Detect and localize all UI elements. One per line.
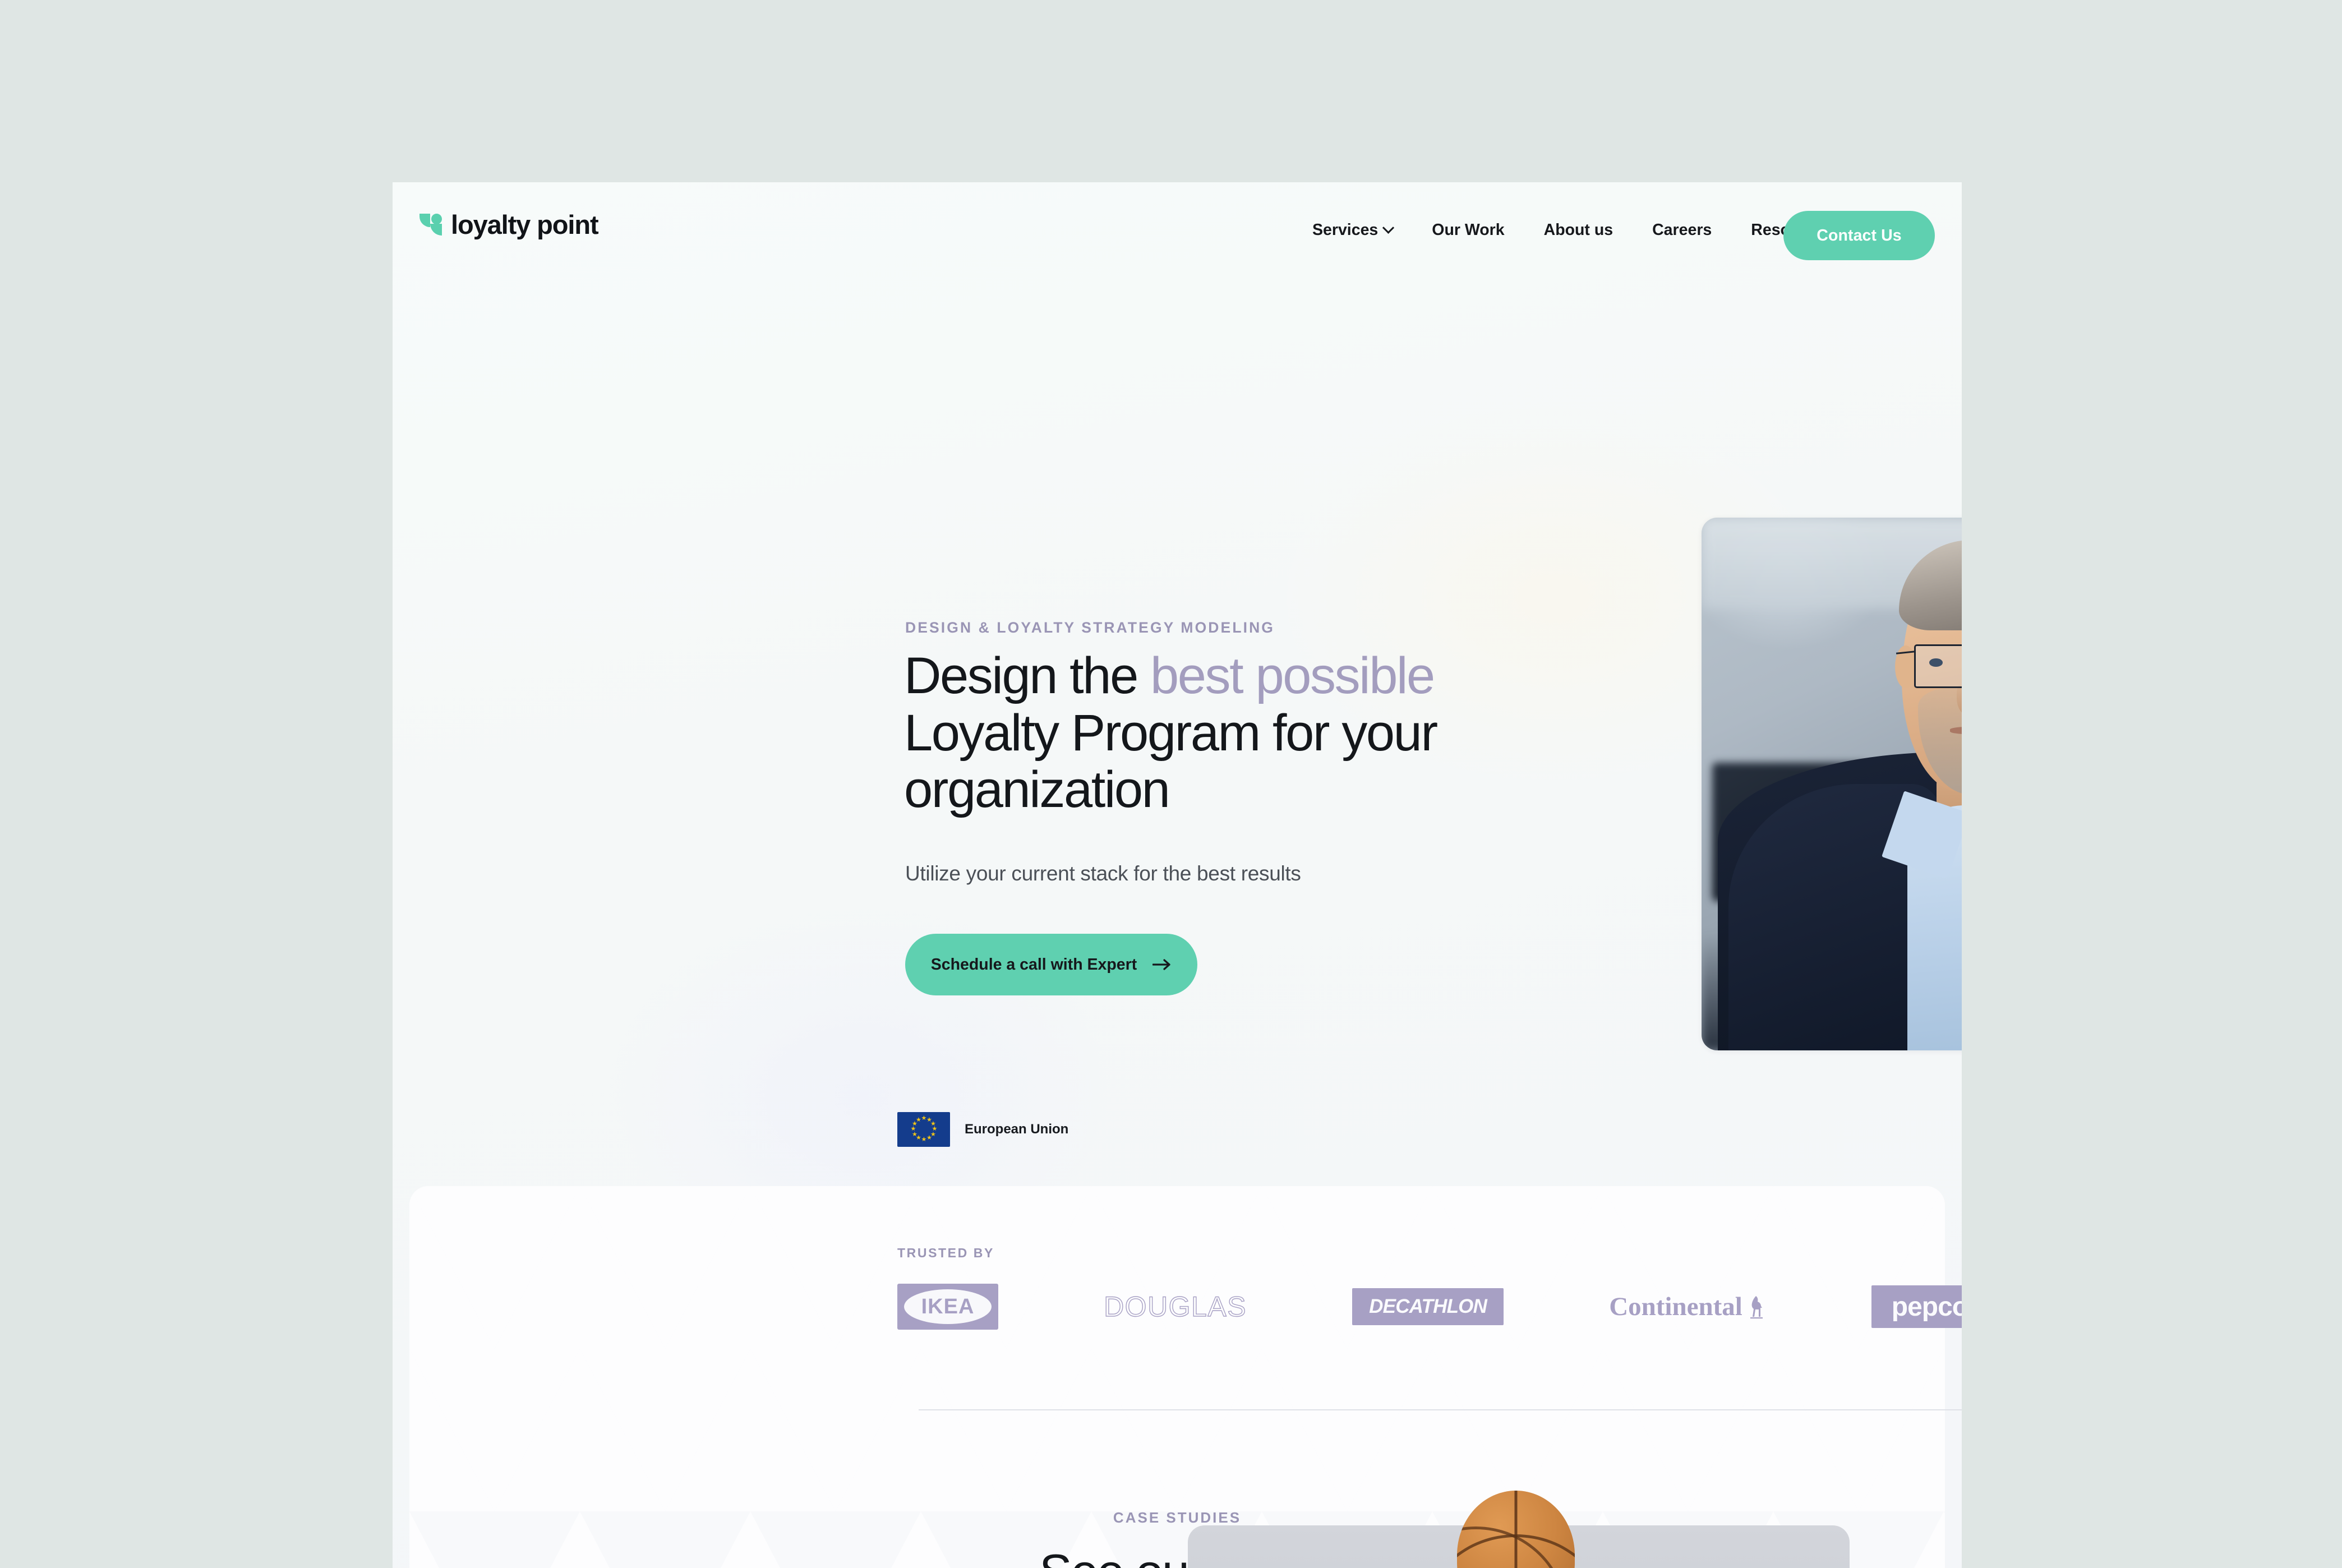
eu-star-icon: ★ — [912, 1131, 918, 1138]
hero-subtitle: Utilize your current stack for the best … — [905, 862, 1301, 885]
nav-item-about-us[interactable]: About us — [1544, 221, 1613, 239]
continental-logo-icon: Continental — [1609, 1292, 1766, 1322]
site-header: loyalty point Services Our Work About us… — [393, 182, 1962, 278]
ikea-logo-icon: IKEA — [897, 1284, 998, 1330]
hero-title: Design the best possible Loyalty Program… — [904, 647, 1583, 819]
pepco-logo-icon: pepco♡ — [1871, 1285, 1962, 1328]
schedule-call-label: Schedule a call with Expert — [930, 955, 1137, 974]
eu-star-icon: ★ — [921, 1136, 927, 1143]
eu-star-icon: ★ — [921, 1115, 927, 1122]
nav-label: Services — [1312, 220, 1379, 239]
watermark-triangle — [1859, 1349, 1945, 1511]
page-container: loyalty point Services Our Work About us… — [393, 182, 1962, 1568]
chevron-down-icon — [1382, 222, 1395, 234]
main-navigation: Services Our Work About us Careers Resou… — [1312, 182, 1833, 278]
brand-logo[interactable]: loyalty point — [419, 210, 599, 239]
decathlon-logo-icon: DECATHLON — [1352, 1288, 1504, 1325]
douglas-logo-icon: DOUGLAS — [1103, 1290, 1247, 1322]
section-divider — [919, 1409, 1962, 1410]
hero-portrait-image — [1702, 518, 1962, 1050]
european-union-label: European Union — [965, 1122, 1069, 1137]
arrow-right-icon — [1152, 959, 1170, 970]
hero-title-part2: Loyalty Program for your organization — [904, 704, 1438, 819]
case-studies-eyebrow: CASE STUDIES — [1113, 1509, 1242, 1526]
client-logos-row: IKEA DOUGLAS DECATHLON Continental pepco… — [897, 1279, 1962, 1335]
watermark-triangle — [1944, 1349, 1945, 1511]
nav-item-careers[interactable]: Careers — [1652, 221, 1712, 239]
contact-us-button[interactable]: Contact Us — [1783, 211, 1935, 260]
european-union-flag-icon: ★ ★ ★ ★ ★ ★ ★ ★ ★ ★ ★ ★ — [897, 1112, 950, 1147]
european-union-badge: ★ ★ ★ ★ ★ ★ ★ ★ ★ ★ ★ ★ European Union — [897, 1112, 1068, 1147]
hero-title-highlight: best possible — [1150, 647, 1435, 704]
eu-star-icon: ★ — [926, 1135, 932, 1142]
nav-item-our-work[interactable]: Our Work — [1432, 221, 1504, 239]
loyalty-point-logo-mark-icon — [419, 213, 442, 236]
hero-eyebrow: DESIGN & LOYALTY STRATEGY MODELING — [905, 619, 1275, 636]
eu-star-icon: ★ — [910, 1126, 916, 1132]
continental-horse-icon — [1750, 1296, 1763, 1319]
schedule-call-button[interactable]: Schedule a call with Expert — [905, 934, 1197, 995]
nav-item-services[interactable]: Services — [1312, 220, 1395, 239]
brand-name: loyalty point — [451, 210, 599, 239]
eu-star-icon: ★ — [916, 1116, 921, 1123]
hero-title-part1: Design the — [904, 647, 1150, 704]
trusted-by-label: TRUSTED BY — [897, 1246, 994, 1260]
